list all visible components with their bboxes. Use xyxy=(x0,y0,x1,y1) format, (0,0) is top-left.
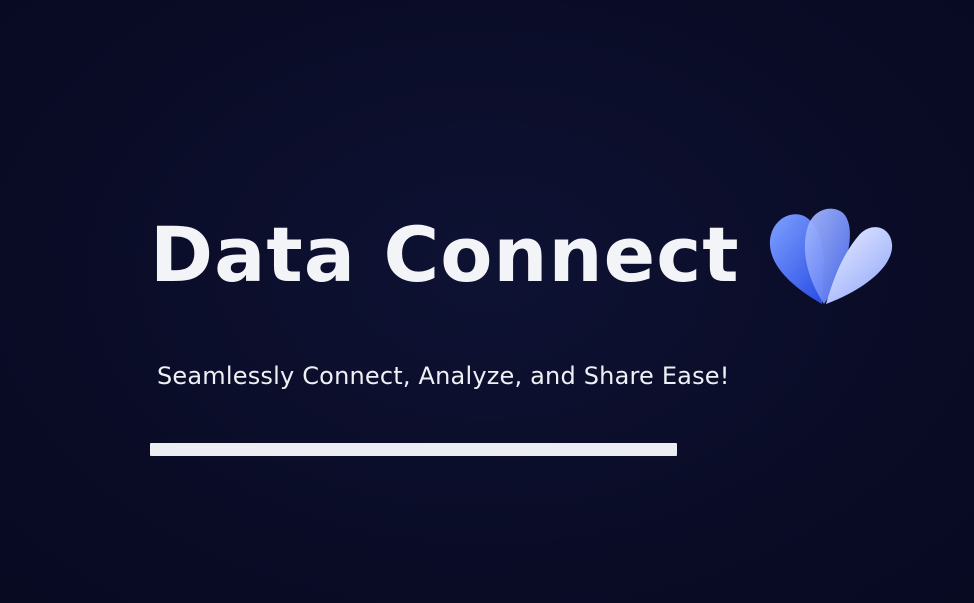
loading-bar xyxy=(150,443,677,456)
app-title: Data Connect xyxy=(150,210,740,299)
heart-icon xyxy=(769,208,892,304)
loading-bar-fill xyxy=(150,443,677,456)
tagline: Seamlessly Connect, Analyze, and Share E… xyxy=(157,362,730,390)
splash-screen: Data Connect Seamlessly Connect, Analyze… xyxy=(0,0,974,603)
title-row: Data Connect xyxy=(150,200,896,310)
